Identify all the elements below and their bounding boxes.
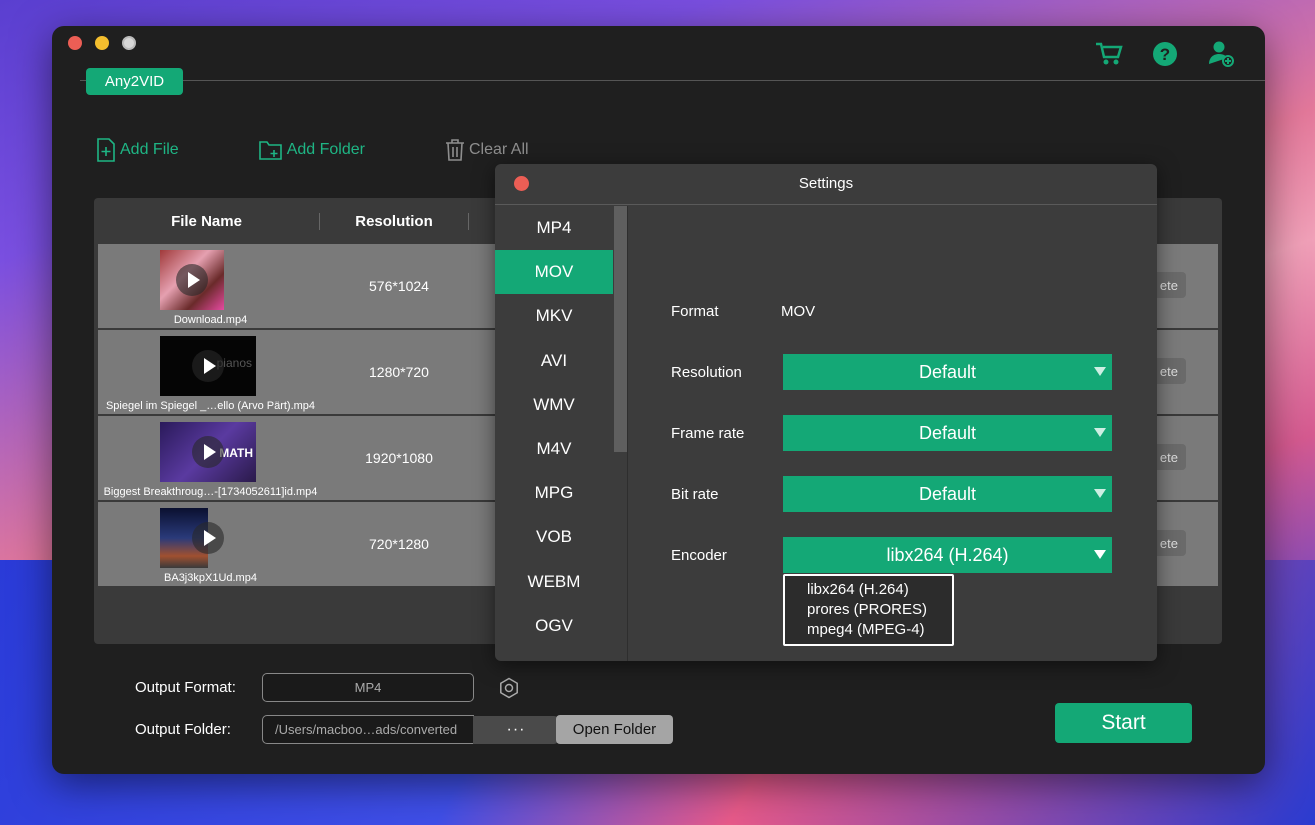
- file-name: BA3j3kpX1Ud.mp4: [164, 572, 257, 584]
- encoder-select[interactable]: libx264 (H.264): [783, 537, 1112, 573]
- play-icon[interactable]: [192, 350, 224, 382]
- format-item-wmv[interactable]: WMV: [495, 383, 613, 427]
- trash-icon: [445, 139, 464, 161]
- video-thumbnail: [160, 250, 224, 310]
- account-add-icon[interactable]: [1207, 40, 1235, 68]
- format-item-m4v[interactable]: M4V: [495, 427, 613, 471]
- tab-any2vid[interactable]: Any2VID: [86, 68, 183, 95]
- chevron-down-icon: [1094, 489, 1106, 498]
- top-icon-bar: ?: [1095, 40, 1235, 68]
- add-folder-button[interactable]: Add Folder: [258, 138, 365, 162]
- encoder-dropdown: libx264 (H.264) prores (PRORES) mpeg4 (M…: [783, 574, 954, 646]
- resolution-value: 720*1280: [369, 536, 429, 552]
- add-file-icon: [97, 138, 115, 162]
- cart-icon[interactable]: [1095, 40, 1123, 68]
- video-thumbnail: [160, 508, 224, 568]
- format-item-avi[interactable]: AVI: [495, 339, 613, 383]
- play-icon[interactable]: [192, 522, 224, 554]
- resolution-label: Resolution: [671, 364, 742, 381]
- file-name: Download.mp4: [173, 314, 248, 326]
- format-value: MOV: [781, 303, 816, 320]
- open-folder-button[interactable]: Open Folder: [556, 715, 673, 744]
- help-icon[interactable]: ?: [1151, 40, 1179, 68]
- bit-rate-select[interactable]: Default: [783, 476, 1112, 512]
- output-format-label: Output Format:: [135, 679, 236, 696]
- add-folder-label: Add Folder: [286, 141, 365, 158]
- settings-divider: [495, 204, 1157, 205]
- encoder-option-prores[interactable]: prores (PRORES): [807, 600, 952, 620]
- video-thumbnail: MATH: [160, 422, 256, 482]
- frame-rate-select[interactable]: Default: [783, 415, 1112, 451]
- format-item-vob[interactable]: VOB: [495, 515, 613, 559]
- video-thumbnail: pianos: [160, 336, 256, 396]
- chevron-down-icon: [1094, 367, 1106, 376]
- window-maximize-button[interactable]: [122, 36, 136, 50]
- add-folder-icon: [258, 141, 282, 160]
- resolution-value: 1920*1080: [365, 450, 433, 466]
- file-name: Spiegel im Spiegel _…ello (Arvo Pärt).mp…: [105, 400, 316, 412]
- chevron-down-icon: [1094, 550, 1106, 559]
- format-list-scrollbar[interactable]: [614, 206, 627, 452]
- settings-title: Settings: [798, 175, 854, 192]
- bit-rate-label: Bit rate: [671, 486, 719, 503]
- play-icon[interactable]: [176, 264, 208, 296]
- window-close-button[interactable]: [68, 36, 82, 50]
- output-format-field[interactable]: MP4: [262, 673, 474, 702]
- svg-text:?: ?: [1160, 45, 1170, 64]
- header-divider: [80, 80, 1265, 81]
- format-item-mov[interactable]: MOV: [495, 250, 613, 295]
- encoder-select-value: libx264 (H.264): [886, 544, 1009, 565]
- output-folder-label: Output Folder:: [135, 721, 231, 738]
- format-item-ogv[interactable]: OGV: [495, 604, 613, 648]
- frame-rate-select-value: Default: [918, 422, 977, 443]
- resolution-select[interactable]: Default: [783, 354, 1112, 390]
- window-minimize-button[interactable]: [95, 36, 109, 50]
- settings-gear-icon[interactable]: [498, 677, 520, 699]
- format-list-divider: [627, 206, 628, 661]
- format-item-mkv[interactable]: MKV: [495, 294, 613, 338]
- add-file-button[interactable]: Add File: [96, 138, 179, 162]
- bit-rate-select-value: Default: [918, 483, 977, 504]
- add-file-label: Add File: [120, 141, 179, 158]
- encoder-option-libx264[interactable]: libx264 (H.264): [807, 580, 952, 600]
- format-label: Format: [671, 303, 719, 320]
- format-item-mp4[interactable]: MP4: [495, 206, 613, 250]
- play-icon[interactable]: [192, 436, 224, 468]
- frame-rate-label: Frame rate: [671, 425, 745, 442]
- resolution-value: 1280*720: [369, 364, 429, 380]
- browse-folder-button[interactable]: ···: [473, 716, 559, 744]
- encoder-label: Encoder: [671, 547, 727, 564]
- settings-dialog: Settings MP4 MOV MKV AVI WMV M4V MPG VOB…: [495, 164, 1157, 661]
- file-toolbar: Add File Add Folder Clear All: [96, 138, 609, 162]
- encoder-option-mpeg4[interactable]: mpeg4 (MPEG-4): [807, 620, 952, 640]
- resolution-select-value: Default: [918, 361, 977, 382]
- file-name: Biggest Breakthroug…-[1734052611]id.mp4: [103, 486, 318, 498]
- resolution-value: 576*1024: [369, 278, 429, 294]
- thumbnail-text: MATH: [219, 446, 253, 460]
- column-header-resolution[interactable]: Resolution: [319, 212, 469, 230]
- format-item-webm[interactable]: WEBM: [495, 560, 613, 604]
- format-item-mpg[interactable]: MPG: [495, 471, 613, 515]
- clear-all-button[interactable]: Clear All: [445, 138, 529, 162]
- clear-all-label: Clear All: [468, 141, 529, 158]
- column-header-file-name[interactable]: File Name: [94, 213, 319, 230]
- chevron-down-icon: [1094, 428, 1106, 437]
- format-list: MP4 MOV MKV AVI WMV M4V MPG VOB WEBM OGV: [495, 206, 613, 661]
- output-folder-field[interactable]: /Users/macboo…ads/converted: [262, 715, 474, 744]
- start-button[interactable]: Start: [1055, 703, 1192, 743]
